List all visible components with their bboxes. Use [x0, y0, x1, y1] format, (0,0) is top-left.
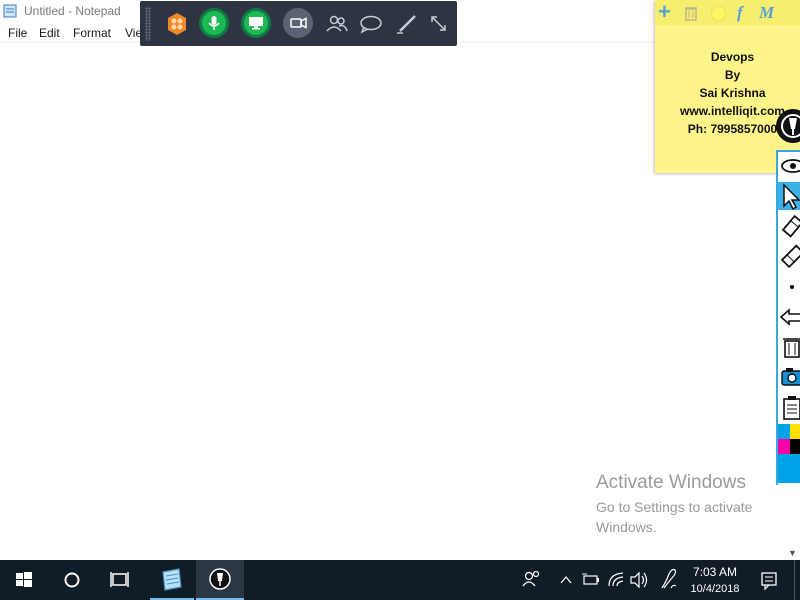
pen-app-icon[interactable] — [776, 109, 800, 143]
eye-tool[interactable] — [778, 152, 800, 180]
microphone-button[interactable] — [199, 8, 229, 38]
pointer-icon — [783, 183, 800, 211]
battery-icon — [582, 573, 599, 585]
menu-format[interactable]: Format — [73, 26, 111, 40]
note-line: By — [724, 68, 741, 82]
dot-icon — [790, 285, 794, 289]
pen-icon[interactable] — [394, 11, 420, 37]
pointer-tool[interactable] — [778, 182, 800, 211]
task-view-button[interactable] — [96, 560, 144, 600]
clock-time[interactable]: 7:03 AM — [690, 565, 740, 579]
volume-button[interactable] — [628, 560, 650, 600]
app-logo-icon[interactable] — [164, 11, 190, 37]
undo-icon — [779, 308, 800, 326]
clock-date[interactable]: 10/4/2018 — [686, 583, 744, 595]
drag-handle[interactable] — [145, 7, 151, 41]
scroll-down-icon[interactable]: ▼ — [788, 548, 797, 558]
screenshot-tool[interactable] — [778, 363, 800, 391]
note-color-icon[interactable] — [711, 6, 726, 21]
trash-icon — [783, 338, 800, 358]
eraser-icon — [780, 244, 800, 269]
color-swatch-yellow[interactable] — [790, 424, 800, 439]
menu-icon[interactable]: M — [759, 3, 774, 23]
color-swatch-magenta[interactable] — [778, 439, 790, 454]
color-swatch-cyan[interactable] — [778, 424, 790, 439]
people-button[interactable] — [516, 560, 546, 600]
clipboard-tool[interactable] — [778, 393, 800, 421]
clear-tool[interactable] — [778, 333, 800, 361]
note-line: Devops — [710, 50, 755, 64]
menu-edit[interactable]: Edit — [39, 26, 60, 40]
annotation-palette — [776, 150, 800, 485]
task-view-icon — [110, 572, 129, 587]
camera-button[interactable] — [283, 8, 313, 38]
cortana-icon — [64, 572, 80, 588]
pen-workspace-icon — [661, 568, 677, 589]
sticky-note-toolbar: + f M — [655, 0, 800, 25]
people-icon — [522, 570, 540, 587]
clipboard-icon — [783, 396, 800, 420]
sticky-note[interactable]: + f M Devops By Sai Krishna www.intelliq… — [655, 0, 800, 173]
dot-size-tool[interactable] — [778, 273, 800, 301]
cortana-button[interactable] — [48, 560, 96, 600]
taskbar-notepad[interactable] — [150, 560, 194, 600]
pen-workspace-button[interactable] — [656, 560, 682, 600]
network-button[interactable] — [605, 560, 627, 600]
font-icon[interactable]: f — [737, 3, 743, 23]
taskbar — [0, 560, 800, 600]
note-line: Sai Krishna — [699, 86, 766, 100]
screen-share-button[interactable] — [241, 8, 271, 38]
taskbar-pen-app[interactable] — [196, 560, 244, 600]
pen-app-taskbar-icon — [209, 568, 231, 590]
action-center-button[interactable] — [754, 560, 784, 600]
chat-icon[interactable] — [358, 11, 384, 37]
volume-icon — [630, 571, 648, 589]
activate-windows-title: Activate Windows — [596, 472, 746, 493]
notepad-app-icon — [3, 4, 17, 18]
battery-button[interactable] — [580, 560, 602, 600]
add-note-icon[interactable]: + — [658, 0, 671, 25]
notepad-icon — [162, 568, 182, 591]
eye-icon — [781, 159, 800, 173]
undo-tool[interactable] — [778, 303, 800, 331]
highlighter-tool[interactable] — [778, 213, 800, 241]
delete-note-icon[interactable] — [684, 5, 698, 21]
eraser-tool[interactable] — [778, 243, 800, 271]
show-hidden-icons-button[interactable] — [556, 560, 576, 600]
color-swatch-black[interactable] — [790, 439, 800, 454]
highlighter-icon — [781, 214, 800, 238]
color-swatch-blue[interactable] — [778, 454, 800, 483]
notification-icon — [761, 572, 777, 591]
chevron-up-icon — [560, 575, 572, 584]
wifi-icon — [608, 572, 624, 587]
activate-windows-subtitle: Go to Settings to activate Windows. — [596, 499, 753, 535]
window-title: Untitled - Notepad — [24, 4, 121, 18]
start-button[interactable] — [0, 560, 48, 600]
expand-icon[interactable] — [426, 11, 452, 37]
menu-file[interactable]: File — [8, 26, 27, 40]
participants-icon[interactable] — [324, 11, 350, 37]
show-desktop-button[interactable] — [794, 560, 800, 600]
camera-icon — [781, 368, 800, 386]
recorder-toolbar — [140, 1, 457, 46]
windows-logo-icon — [16, 572, 32, 587]
